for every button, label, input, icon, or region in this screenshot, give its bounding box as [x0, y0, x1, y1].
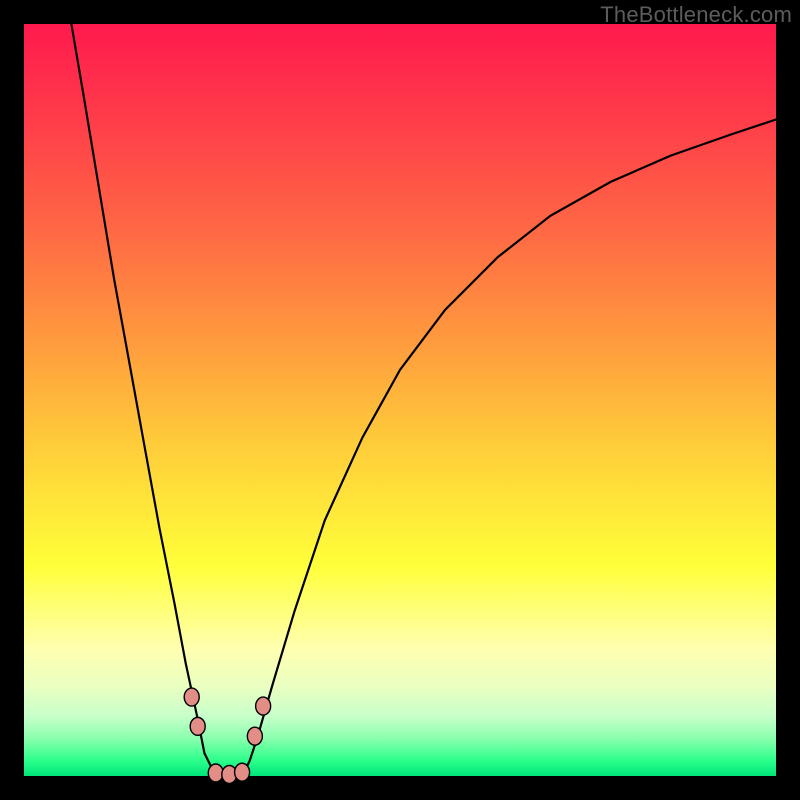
left-bead-lower — [190, 717, 205, 735]
floor-bead-1 — [208, 764, 223, 782]
bottleneck-chart — [24, 24, 776, 776]
chart-frame — [24, 24, 776, 776]
watermark-text: TheBottleneck.com — [600, 2, 792, 28]
marker-group — [184, 688, 270, 783]
bottleneck-curve — [71, 24, 776, 776]
right-bead-upper — [256, 697, 271, 715]
floor-bead-3 — [235, 763, 250, 781]
right-bead-lower — [247, 727, 262, 745]
left-bead-upper — [184, 688, 199, 706]
